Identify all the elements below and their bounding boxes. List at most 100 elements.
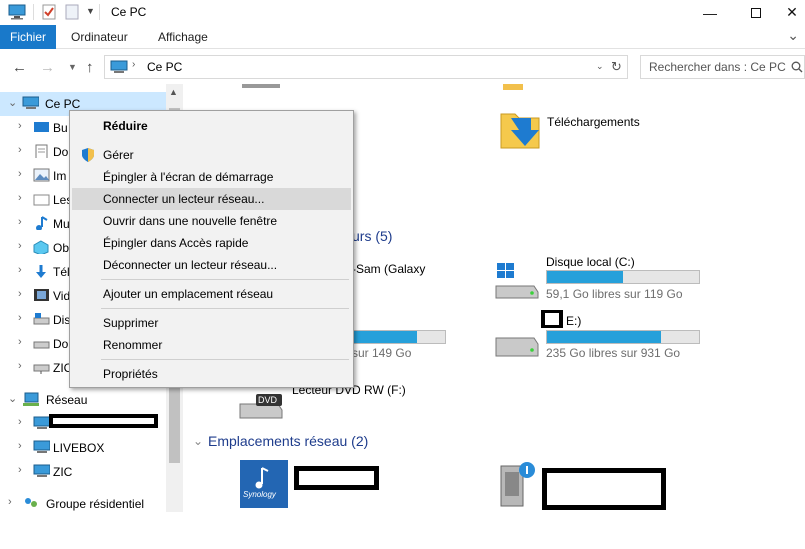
collapsed-chevron-icon[interactable]: › bbox=[18, 336, 22, 348]
3d-objects-icon bbox=[33, 240, 49, 254]
back-arrow-icon[interactable]: ← bbox=[12, 59, 27, 76]
documents-icon bbox=[35, 144, 48, 158]
computer-icon bbox=[33, 416, 50, 429]
music-icon bbox=[36, 216, 48, 230]
minimize-button[interactable]: — bbox=[687, 0, 733, 25]
drive-e-name[interactable]: E:) bbox=[566, 314, 581, 328]
network-drive-icon bbox=[33, 364, 50, 374]
breadcrumb-separator-icon[interactable]: › bbox=[132, 59, 135, 70]
menu-item-supprimer[interactable]: Supprimer bbox=[72, 312, 351, 334]
maximize-button[interactable] bbox=[733, 0, 779, 25]
nav-item-label: Do bbox=[53, 337, 69, 351]
menu-item-label: Ajouter un emplacement réseau bbox=[103, 287, 274, 301]
address-bar[interactable]: › Ce PC ⌄ ↻ bbox=[104, 55, 628, 79]
menu-item-deconnecter-lecteur[interactable]: Déconnecter un lecteur réseau... bbox=[72, 254, 351, 276]
tab-affichage[interactable]: Affichage bbox=[148, 25, 218, 49]
collapsed-chevron-icon[interactable]: › bbox=[18, 144, 22, 156]
properties-icon[interactable] bbox=[41, 4, 57, 20]
windows-drive-icon[interactable] bbox=[494, 262, 540, 300]
collapsed-chevron-icon[interactable]: › bbox=[18, 288, 22, 300]
computer-icon bbox=[22, 96, 39, 109]
recent-locations-icon[interactable]: ▼ bbox=[68, 62, 77, 72]
tab-fichier[interactable]: Fichier bbox=[0, 25, 56, 49]
collapsed-chevron-icon[interactable]: › bbox=[18, 360, 22, 372]
collapsed-chevron-icon[interactable]: › bbox=[18, 264, 22, 276]
collapsed-chevron-icon[interactable]: › bbox=[18, 416, 22, 428]
refresh-icon[interactable]: ↻ bbox=[611, 59, 622, 75]
menu-item-gerer[interactable]: Gérer bbox=[72, 144, 351, 166]
menu-item-label: Supprimer bbox=[103, 316, 159, 330]
collapsed-chevron-icon[interactable]: › bbox=[18, 192, 22, 204]
drive-icon bbox=[33, 341, 50, 349]
menu-item-label: Épingler dans Accès rapide bbox=[103, 236, 249, 250]
drive-2-usage-fill bbox=[353, 331, 418, 343]
collapsed-chevron-icon[interactable]: › bbox=[18, 216, 22, 228]
menu-item-label: Ouvrir dans une nouvelle fenêtre bbox=[103, 214, 278, 228]
drive-2-usage-bar bbox=[352, 330, 446, 344]
nav-item-label: Ce PC bbox=[45, 97, 81, 111]
menu-item-connecter-lecteur[interactable]: Connecter un lecteur réseau... bbox=[72, 188, 351, 210]
drive-c-name[interactable]: Disque local (C:) bbox=[546, 255, 635, 269]
menu-item-epingler-acces-rapide[interactable]: Épingler dans Accès rapide bbox=[72, 232, 351, 254]
menu-item-label: Déconnecter un lecteur réseau... bbox=[103, 258, 278, 272]
computer-icon bbox=[8, 4, 26, 20]
menu-item-label: Renommer bbox=[103, 338, 163, 352]
menu-item-proprietes[interactable]: Propriétés bbox=[72, 363, 351, 385]
nav-item-label: ZIC bbox=[53, 465, 73, 479]
network-section-header[interactable]: Emplacements réseau (2) bbox=[208, 433, 368, 449]
menu-item-renommer[interactable]: Renommer bbox=[72, 334, 351, 356]
dvd-badge: DVD bbox=[258, 395, 278, 405]
nav-item-livebox[interactable]: › LIVEBOX bbox=[0, 436, 166, 460]
title-bar: ▼ Ce PC — ✕ bbox=[0, 0, 805, 25]
up-arrow-icon[interactable]: ↑ bbox=[86, 59, 94, 76]
quick-access-dropdown-icon[interactable]: ▼ bbox=[86, 6, 95, 16]
network-section-chevron-icon[interactable]: ⌄ bbox=[193, 434, 203, 448]
collapsed-chevron-icon[interactable]: › bbox=[18, 440, 22, 452]
search-input[interactable]: Rechercher dans : Ce PC bbox=[649, 60, 786, 74]
collapsed-chevron-icon[interactable]: › bbox=[18, 120, 22, 132]
tab-ordinateur[interactable]: Ordinateur bbox=[61, 25, 138, 49]
desktop-icon bbox=[34, 122, 49, 132]
media-server-icon[interactable] bbox=[497, 460, 541, 510]
menu-separator bbox=[101, 359, 349, 360]
redacted-network-name bbox=[542, 468, 666, 510]
menu-item-epingler-demarrage[interactable]: Épingler à l'écran de démarrage bbox=[72, 166, 351, 188]
menu-item-reduire[interactable]: Réduire bbox=[72, 115, 351, 137]
pictures-icon bbox=[33, 168, 50, 182]
device-label[interactable]: -Sam (Galaxy bbox=[352, 262, 425, 276]
new-folder-icon[interactable] bbox=[65, 4, 79, 20]
menu-item-label: Propriétés bbox=[103, 367, 158, 381]
scroll-up-icon[interactable]: ▲ bbox=[169, 87, 178, 97]
collapsed-chevron-icon[interactable]: › bbox=[8, 496, 12, 508]
ribbon-tabs: Fichier Ordinateur Affichage ⌄ bbox=[0, 25, 805, 49]
menu-item-label: Gérer bbox=[103, 148, 134, 162]
address-dropdown-icon[interactable]: ⌄ bbox=[596, 61, 604, 72]
forward-arrow-icon[interactable]: → bbox=[40, 59, 55, 76]
nav-item-zic[interactable]: › ZIC bbox=[0, 460, 166, 484]
downloads-folder-icon[interactable] bbox=[499, 110, 543, 150]
expanded-chevron-icon[interactable]: ⌄ bbox=[8, 96, 17, 109]
devices-section-header[interactable]: urs (5) bbox=[352, 228, 392, 244]
menu-item-label: Connecter un lecteur réseau... bbox=[103, 192, 265, 206]
expanded-chevron-icon[interactable]: ⌄ bbox=[8, 392, 17, 405]
synology-icon[interactable] bbox=[240, 460, 288, 508]
hard-drive-icon[interactable] bbox=[494, 330, 540, 360]
address-path: Ce PC bbox=[147, 60, 183, 74]
divider bbox=[99, 4, 100, 20]
drive-e-free-space: 235 Go libres sur 931 Go bbox=[546, 346, 681, 360]
search-box[interactable]: Rechercher dans : Ce PC bbox=[640, 55, 805, 79]
nav-item-reseau[interactable]: ⌄ Réseau bbox=[0, 388, 166, 412]
collapsed-chevron-icon[interactable]: › bbox=[18, 312, 22, 324]
nav-item-redacted-computer[interactable]: › bbox=[0, 412, 166, 436]
collapsed-chevron-icon[interactable]: › bbox=[18, 168, 22, 180]
downloads-folder-label[interactable]: Téléchargements bbox=[547, 115, 640, 129]
expand-ribbon-icon[interactable]: ⌄ bbox=[787, 27, 799, 44]
drive-c-free-space: 59,1 Go libres sur 119 Go bbox=[546, 287, 683, 301]
nav-item-label: Tél bbox=[53, 265, 70, 279]
collapsed-chevron-icon[interactable]: › bbox=[18, 240, 22, 252]
close-button[interactable]: ✕ bbox=[779, 0, 805, 25]
menu-item-ouvrir-fenetre[interactable]: Ouvrir dans une nouvelle fenêtre bbox=[72, 210, 351, 232]
nav-item-groupe-residentiel[interactable]: › Groupe résidentiel bbox=[0, 492, 166, 516]
menu-item-ajouter-emplacement[interactable]: Ajouter un emplacement réseau bbox=[72, 283, 351, 305]
collapsed-chevron-icon[interactable]: › bbox=[18, 464, 22, 476]
